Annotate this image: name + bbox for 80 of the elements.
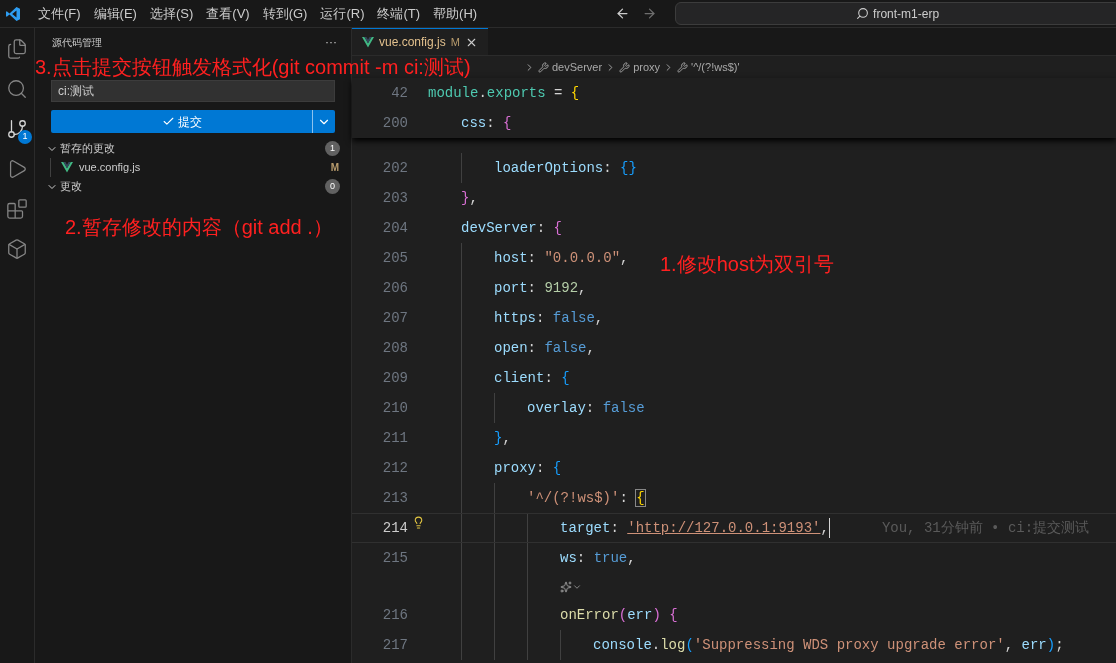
- line-number: 42: [390, 83, 408, 103]
- code-line: devServer: {: [461, 218, 562, 238]
- app-logo-icon: [5, 5, 21, 22]
- file-name[interactable]: vue.config.js: [79, 159, 141, 176]
- panel-title: 源代码管理: [52, 35, 102, 50]
- menu-item[interactable]: 查看(V): [201, 3, 255, 24]
- menu-item[interactable]: 文件(F): [33, 3, 86, 24]
- editor-tab[interactable]: vue.config.js M: [352, 28, 488, 55]
- code-line: onError(err) {: [560, 605, 678, 625]
- line-number: 206: [381, 278, 408, 298]
- search-icon: [856, 7, 870, 20]
- line-number: 204: [381, 218, 408, 238]
- group-label[interactable]: 暂存的更改: [60, 140, 115, 157]
- code-line: css: {: [461, 113, 512, 133]
- annotation-text: 3.点击提交按钮触发格式化(git commit -m ci:测试): [35, 55, 471, 80]
- command-search-field[interactable]: front-m1-erp: [675, 2, 1116, 25]
- group-label[interactable]: 更改: [60, 178, 82, 195]
- menu-item[interactable]: 运行(R): [315, 3, 370, 24]
- extensions-icon[interactable]: [6, 198, 28, 220]
- forward-icon[interactable]: [642, 6, 658, 21]
- breadcrumb-item[interactable]: '^/(?!ws$)': [691, 58, 740, 76]
- count-badge: 1: [18, 130, 32, 144]
- breadcrumb-item[interactable]: devServer: [552, 58, 603, 76]
- menu-item[interactable]: 编辑(E): [88, 3, 142, 24]
- annotation-text: 1.修改host为双引号: [660, 252, 835, 277]
- line-number: 207: [381, 308, 408, 328]
- wrench-icon: [619, 61, 631, 73]
- code-line: module.exports = {: [428, 83, 580, 103]
- line-number: 216: [381, 605, 408, 625]
- search-icon[interactable]: [6, 78, 28, 100]
- code-line: proxy: {: [494, 458, 562, 478]
- code-line: overlay: false: [527, 398, 645, 418]
- status-letter: M: [450, 34, 460, 50]
- status-letter: M: [330, 161, 339, 175]
- code-line: },: [461, 188, 478, 208]
- line-number: 200: [381, 113, 408, 133]
- back-icon[interactable]: [615, 6, 631, 21]
- wrench-icon: [677, 61, 689, 73]
- vue-file-icon: [362, 36, 374, 48]
- menu-item[interactable]: 选择(S): [144, 3, 199, 24]
- line-number: 210: [381, 398, 408, 418]
- code-line: loaderOptions: {}: [494, 158, 637, 178]
- line-number: 212: [381, 458, 408, 478]
- code-line: open: false,: [494, 338, 595, 358]
- code-line: target: 'http://127.0.0.1:9193',: [560, 518, 829, 538]
- commit-message-field[interactable]: ci:测试: [51, 80, 335, 102]
- code-line: '^/(?!ws$)': {: [527, 488, 645, 508]
- code-line: host: "0.0.0.0",: [494, 248, 629, 268]
- menu-item[interactable]: 终端(T): [372, 3, 426, 24]
- check-icon: [161, 115, 175, 128]
- line-number: 203: [381, 188, 408, 208]
- commit-button[interactable]: 提交: [51, 110, 312, 133]
- line-number: 208: [381, 338, 408, 358]
- breadcrumb-item[interactable]: proxy: [633, 58, 661, 76]
- line-number: 215: [381, 548, 408, 568]
- count-badge: 0: [325, 179, 340, 194]
- line-number: 217: [381, 635, 408, 655]
- menu-item[interactable]: 帮助(H): [428, 3, 483, 24]
- code-line: console.log('Suppressing WDS proxy upgrade error', err);: [593, 635, 1064, 655]
- line-number: 209: [381, 368, 408, 388]
- wrench-icon: [538, 61, 549, 73]
- line-number: 213: [381, 488, 408, 508]
- files-icon[interactable]: [6, 38, 28, 60]
- line-number: 211: [381, 428, 408, 448]
- annotation-text: 2.暂存修改的内容（git add .）: [65, 215, 333, 240]
- text-cursor: [828, 518, 830, 538]
- line-number: 205: [381, 248, 408, 268]
- code-line: ws: true,: [560, 548, 636, 568]
- line-number: 214: [381, 518, 408, 538]
- more-actions-button[interactable]: ···: [325, 33, 337, 51]
- vue-file-icon: [61, 162, 73, 173]
- code-line: },: [494, 428, 511, 448]
- menu-item[interactable]: 转到(G): [257, 3, 313, 24]
- line-number: 202: [381, 158, 408, 178]
- code-line: client: {: [494, 368, 570, 388]
- code-line: https: false,: [494, 308, 604, 328]
- code-line: port: 9192,: [494, 278, 587, 298]
- commit-dropdown-button[interactable]: [312, 110, 335, 133]
- codelens-icon[interactable]: [560, 580, 582, 593]
- count-badge: 1: [325, 141, 340, 156]
